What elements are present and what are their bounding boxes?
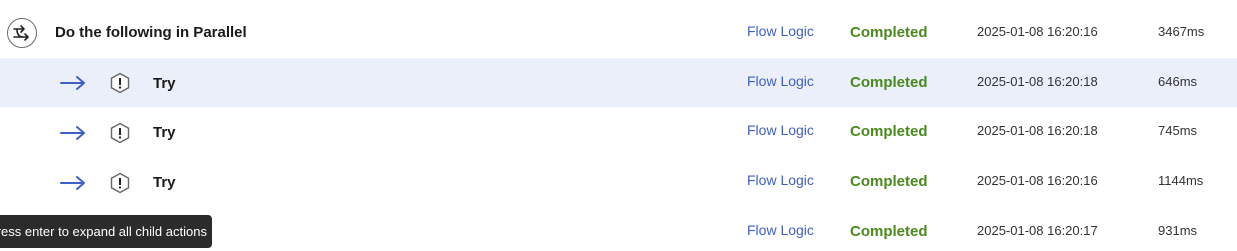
right-arrow-icon <box>60 76 85 90</box>
hexagon-exclamation-icon <box>110 122 130 144</box>
hexagon-exclamation-icon <box>110 172 130 194</box>
status-badge: Completed <box>850 24 928 41</box>
hexagon-exclamation-icon <box>110 72 130 94</box>
status-badge: Completed <box>850 223 928 240</box>
action-name: Do the following in Parallel <box>55 24 247 41</box>
action-name: Try <box>153 124 176 141</box>
start-timestamp: 2025-01-08 16:20:18 <box>977 123 1098 138</box>
action-type-link[interactable]: Flow Logic <box>747 222 814 238</box>
table-row[interactable]: Try Flow Logic Completed 2025-01-08 16:2… <box>0 58 1237 107</box>
action-type-link[interactable]: Flow Logic <box>747 122 814 138</box>
start-timestamp: 2025-01-08 16:20:17 <box>977 223 1098 238</box>
start-timestamp: 2025-01-08 16:20:16 <box>977 24 1098 39</box>
table-row[interactable]: Do the following in Parallel Flow Logic … <box>0 8 1237 58</box>
action-type-link[interactable]: Flow Logic <box>747 23 814 39</box>
status-badge: Completed <box>850 173 928 190</box>
action-type-link[interactable]: Flow Logic <box>747 172 814 188</box>
duration: 745ms <box>1158 123 1198 138</box>
start-timestamp: 2025-01-08 16:20:16 <box>977 173 1098 188</box>
action-name: Try <box>153 174 176 191</box>
right-arrow-icon <box>60 176 85 190</box>
status-badge: Completed <box>850 74 928 91</box>
status-badge: Completed <box>850 123 928 140</box>
action-type-link[interactable]: Flow Logic <box>747 73 814 89</box>
action-name: Try <box>153 75 176 92</box>
duration: 3467ms <box>1158 24 1205 39</box>
right-arrow-icon <box>60 126 85 140</box>
duration: 646ms <box>1158 74 1198 89</box>
parallel-branches-icon[interactable] <box>7 18 37 48</box>
start-timestamp: 2025-01-08 16:20:18 <box>977 74 1098 89</box>
table-row[interactable]: Try Flow Logic Completed 2025-01-08 16:2… <box>0 107 1237 157</box>
table-row[interactable]: Try Flow Logic Completed 2025-01-08 16:2… <box>0 157 1237 207</box>
duration: 1144ms <box>1158 173 1204 188</box>
duration: 931ms <box>1158 223 1198 238</box>
tooltip: Press enter to expand all child actions <box>0 215 212 248</box>
